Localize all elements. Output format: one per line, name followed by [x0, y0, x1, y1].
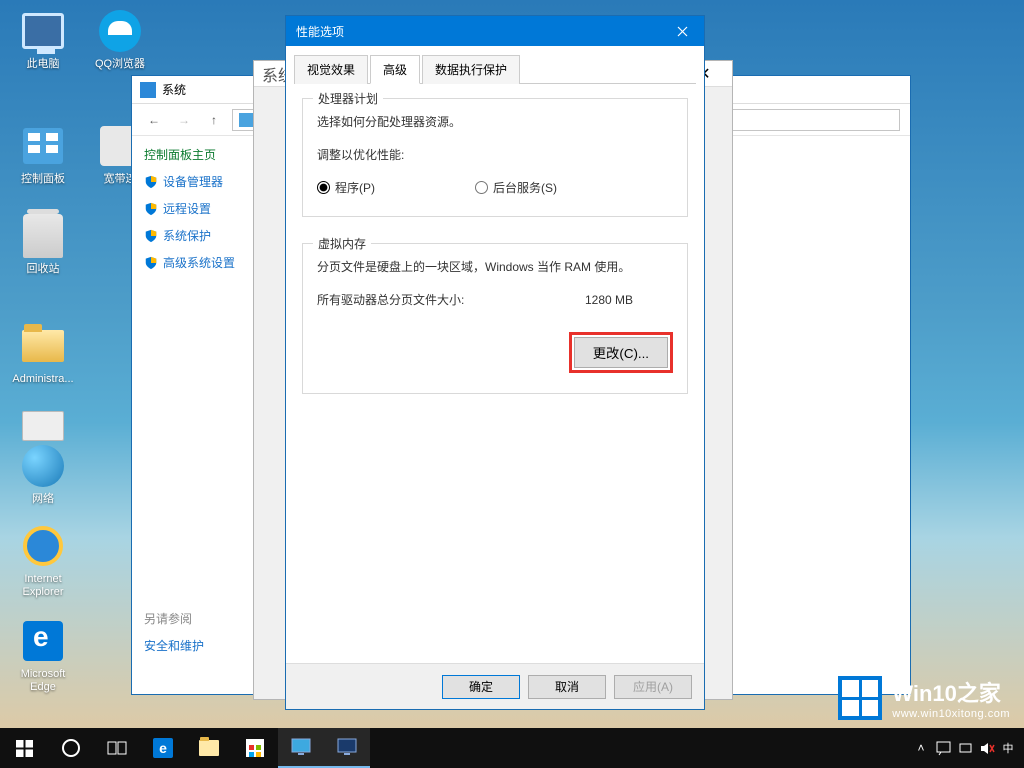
- sidebar-remote-settings[interactable]: 远程设置: [144, 200, 247, 217]
- taskbar: e ˄ 中: [0, 728, 1024, 768]
- system-window-title: 系统: [162, 81, 186, 98]
- vm-legend: 虚拟内存: [313, 235, 371, 252]
- see-also-label: 另请参阅: [144, 612, 192, 626]
- taskbar-app-1[interactable]: [278, 728, 324, 768]
- desktop-recycle-bin[interactable]: 回收站: [8, 212, 78, 287]
- watermark-url: www.win10xitong.com: [892, 708, 1010, 720]
- sidebar-system-protection[interactable]: 系统保护: [144, 227, 247, 244]
- processor-scheduling-group: 处理器计划 选择如何分配处理器资源。 调整以优化性能: 程序(P) 后台服务(S…: [302, 98, 688, 217]
- tray-volume-muted-icon[interactable]: [976, 728, 998, 768]
- pc-icon: [22, 13, 64, 49]
- radio-services[interactable]: 后台服务(S): [475, 179, 557, 196]
- watermark-logo-icon: [838, 676, 882, 720]
- system-tray: ˄ 中: [910, 728, 1024, 768]
- shield-icon: [144, 229, 158, 243]
- folder-icon: [22, 330, 64, 362]
- perf-title: 性能选项: [296, 23, 344, 40]
- optimize-label: 调整以优化性能:: [317, 146, 673, 163]
- monitor-icon: [291, 738, 311, 756]
- cortana-button[interactable]: [48, 728, 94, 768]
- ok-button[interactable]: 确定: [442, 675, 520, 699]
- virtual-memory-group: 虚拟内存 分页文件是硬盘上的一块区域，Windows 当作 RAM 使用。 所有…: [302, 243, 688, 394]
- watermark: Win10之家 www.win10xitong.com: [838, 676, 1010, 720]
- control-panel-icon: [23, 128, 63, 164]
- perf-titlebar[interactable]: 性能选项: [286, 16, 704, 46]
- ie-icon: [23, 526, 63, 566]
- taskbar-app-2[interactable]: [324, 728, 370, 768]
- sidebar-header[interactable]: 控制面板主页: [144, 146, 247, 163]
- perf-close-button[interactable]: [660, 16, 704, 46]
- edge-icon: e: [153, 738, 173, 758]
- radio-programs-input[interactable]: [317, 181, 330, 194]
- qq-icon: [99, 10, 141, 52]
- tab-advanced[interactable]: 高级: [370, 55, 420, 84]
- desktop-ie[interactable]: Internet Explorer: [8, 522, 78, 597]
- task-view-icon: [107, 738, 127, 758]
- desktop-qq-browser[interactable]: QQ浏览器: [85, 7, 155, 82]
- taskbar-edge[interactable]: e: [140, 728, 186, 768]
- desktop-this-pc[interactable]: 此电脑: [8, 7, 78, 82]
- cortana-icon: [62, 739, 80, 757]
- shield-icon: [144, 175, 158, 189]
- performance-options-dialog: 性能选项 视觉效果 高级 数据执行保护 处理器计划 选择如何分配处理器资源。 调…: [285, 15, 705, 710]
- tray-network-icon[interactable]: [954, 728, 976, 768]
- desktop-network[interactable]: 网络: [8, 442, 78, 517]
- tab-dep[interactable]: 数据执行保护: [422, 55, 520, 84]
- tab-visual-effects[interactable]: 视觉效果: [294, 55, 368, 84]
- sidebar-device-manager[interactable]: 设备管理器: [144, 173, 247, 190]
- monitor-icon: [337, 738, 357, 756]
- desktop-admin-folder[interactable]: Administra...: [8, 322, 78, 397]
- perf-tabs: 视觉效果 高级 数据执行保护: [294, 54, 696, 84]
- scheduling-legend: 处理器计划: [313, 90, 383, 107]
- radio-programs[interactable]: 程序(P): [317, 179, 375, 196]
- taskbar-store[interactable]: [232, 728, 278, 768]
- cancel-button[interactable]: 取消: [528, 675, 606, 699]
- see-also-link[interactable]: 安全和维护: [144, 637, 204, 654]
- system-window-icon: [140, 82, 156, 98]
- tray-action-center-icon[interactable]: [932, 728, 954, 768]
- nav-back-button[interactable]: ←: [142, 108, 166, 132]
- desktop-edge[interactable]: Microsoft Edge: [8, 617, 78, 692]
- nav-forward-button[interactable]: →: [172, 108, 196, 132]
- shield-icon: [144, 202, 158, 216]
- change-button-highlight: 更改(C)...: [569, 332, 673, 373]
- shield-icon: [144, 256, 158, 270]
- vm-change-button[interactable]: 更改(C)...: [574, 337, 668, 368]
- nav-up-button[interactable]: ↑: [202, 108, 226, 132]
- vm-total-label: 所有驱动器总分页文件大小:: [317, 291, 464, 308]
- control-panel-icon: [239, 113, 253, 127]
- desktop-control-panel[interactable]: 控制面板: [8, 122, 78, 197]
- globe-icon: [22, 445, 64, 487]
- tray-ime-icon[interactable]: 中: [998, 728, 1018, 768]
- tray-chevron-up-icon[interactable]: ˄: [910, 728, 932, 768]
- start-button[interactable]: [0, 728, 48, 768]
- vm-total-value: 1280 MB: [585, 293, 633, 307]
- task-view-button[interactable]: [94, 728, 140, 768]
- apply-button[interactable]: 应用(A): [614, 675, 692, 699]
- recycle-bin-icon: [23, 214, 63, 258]
- vm-desc: 分页文件是硬盘上的一块区域，Windows 当作 RAM 使用。: [317, 258, 673, 275]
- scheduling-desc: 选择如何分配处理器资源。: [317, 113, 673, 130]
- sidebar-advanced-settings[interactable]: 高级系统设置: [144, 254, 247, 271]
- edge-icon: [23, 621, 63, 661]
- folder-icon: [199, 740, 219, 756]
- radio-services-input[interactable]: [475, 181, 488, 194]
- card-icon: [22, 411, 64, 441]
- watermark-brand: Win10之家: [892, 676, 1010, 708]
- taskbar-explorer[interactable]: [186, 728, 232, 768]
- store-icon: [246, 739, 264, 757]
